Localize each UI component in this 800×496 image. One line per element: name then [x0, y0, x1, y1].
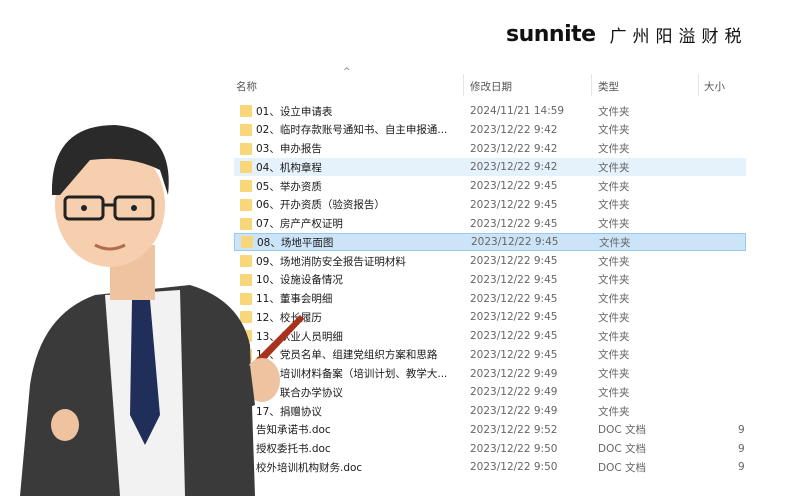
file-date: 2023/12/22 9:45 — [470, 180, 558, 192]
file-type: 文件夹 — [598, 124, 630, 137]
column-date[interactable]: 修改日期 — [470, 79, 512, 94]
file-type: 文件夹 — [598, 274, 630, 287]
file-date: 2023/12/22 9:49 — [470, 386, 558, 399]
file-date: 2023/12/22 9:45 — [470, 311, 558, 324]
file-type: DOC 文档 — [598, 461, 647, 474]
file-type: 文件夹 — [598, 349, 630, 362]
file-date: 2023/12/22 9:50 — [470, 442, 558, 455]
file-date: 2023/12/22 9:50 — [470, 461, 558, 474]
column-type[interactable]: 类型 — [598, 79, 619, 94]
file-type: 文件夹 — [598, 311, 630, 324]
file-date: 2023/12/22 9:42 — [470, 123, 558, 136]
brand-logo: sunnite 广州阳溢财税 — [506, 22, 748, 47]
file-date: 2023/12/22 9:49 — [470, 367, 558, 380]
cartoon-presenter-illustration — [20, 125, 304, 496]
sort-ascending-icon: ^ — [343, 67, 351, 77]
file-date: 2023/12/22 9:45 — [470, 273, 558, 286]
file-type: 文件夹 — [598, 143, 630, 155]
file-type: 文件夹 — [598, 199, 630, 212]
column-divider[interactable] — [591, 74, 592, 96]
file-date: 2023/12/22 9:45 — [470, 348, 558, 361]
file-type: DOC 文档 — [598, 443, 647, 455]
file-date: 2023/12/22 9:45 — [471, 236, 559, 249]
file-type: 文件夹 — [598, 368, 630, 380]
column-divider[interactable] — [463, 74, 464, 96]
file-type: 文件夹 — [598, 255, 630, 268]
file-date: 2023/12/22 9:52 — [470, 423, 558, 436]
file-type: 文件夹 — [598, 105, 630, 118]
brand-name-cn: 广州阳溢财税 — [609, 27, 748, 47]
file-type: 文件夹 — [598, 330, 630, 343]
file-type: 文件夹 — [598, 180, 630, 193]
file-type: 文件夹 — [599, 236, 631, 249]
file-date: 2023/12/22 9:42 — [470, 142, 558, 155]
file-date: 2023/12/22 9:45 — [470, 198, 558, 211]
file-size: 9 — [738, 423, 745, 436]
file-date: 2023/12/22 9:45 — [470, 330, 558, 342]
file-date: 2023/12/22 9:45 — [470, 292, 558, 305]
file-size: 9 — [738, 461, 745, 474]
file-type: 文件夹 — [598, 161, 630, 174]
column-divider[interactable] — [698, 74, 699, 96]
brand-name-en: sunnite — [506, 22, 596, 47]
file-date: 2023/12/22 9:49 — [470, 405, 558, 417]
column-size[interactable]: 大小 — [704, 79, 725, 94]
file-type: DOC 文档 — [598, 424, 647, 437]
file-type: 文件夹 — [598, 386, 630, 399]
file-size: 9 — [738, 442, 745, 455]
file-type: 文件夹 — [598, 405, 630, 418]
file-type: 文件夹 — [598, 218, 630, 230]
file-type: 文件夹 — [598, 293, 630, 305]
file-date: 2024/11/21 14:59 — [470, 105, 565, 117]
file-date: 2023/12/22 9:45 — [470, 217, 558, 230]
file-date: 2023/12/22 9:42 — [470, 161, 558, 174]
file-date: 2023/12/22 9:45 — [470, 255, 558, 267]
